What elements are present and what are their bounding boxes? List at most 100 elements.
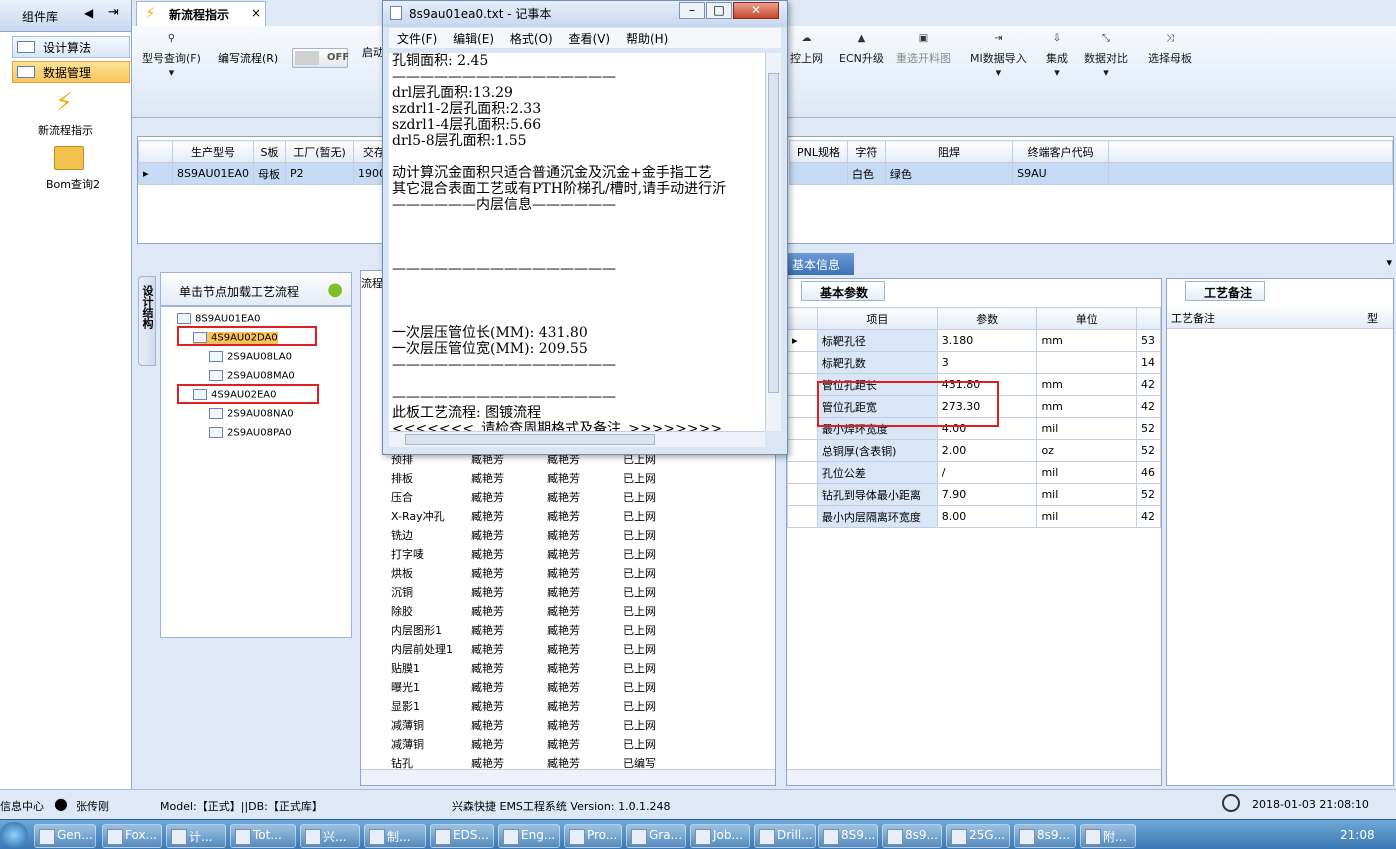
table-cell[interactable]: 臧艳芳 [467,487,543,506]
table-row[interactable]: 烘板 臧艳芳 臧艳芳 已上网 [387,563,679,582]
table-cell[interactable]: 臧艳芳 [467,582,543,601]
table-cell[interactable]: 已上网 [619,677,679,696]
menu-edit[interactable]: 编辑(E) [453,32,494,46]
table-row[interactable]: 铣边 臧艳芳 臧艳芳 已上网 [387,525,679,544]
table-cell[interactable]: mil [1036,417,1137,440]
close-button[interactable]: ✕ [733,2,779,19]
table-cell[interactable]: 42 [1135,373,1162,396]
table-cell[interactable]: mm [1036,373,1137,396]
table-cell[interactable]: 臧艳芳 [467,468,543,487]
table-cell[interactable]: 8.00 [936,505,1038,528]
table-cell[interactable]: 内层前处理1 [387,639,467,658]
table-cell[interactable]: 臧艳芳 [467,506,543,525]
taskbar-item[interactable]: Drill... [754,824,816,848]
table-cell[interactable]: 臧艳芳 [467,525,543,544]
col-header[interactable]: 终端客户代码 [1012,140,1110,163]
table-cell[interactable]: 减薄铜 [387,715,467,734]
table-cell[interactable]: S9AU [1012,162,1110,185]
table-cell[interactable]: mm [1036,329,1137,352]
sidebar-item-design[interactable]: 设计算法 [12,36,130,58]
table-row[interactable]: 标靶孔数 3 14 [787,351,1162,374]
table-cell[interactable]: 臧艳芳 [543,544,619,563]
taskbar-item[interactable]: 25G... [946,824,1010,848]
table-cell[interactable]: mil [1036,483,1137,506]
table-cell[interactable]: 已上网 [619,468,679,487]
scroll-thumb[interactable] [405,434,655,445]
col-header[interactable]: 工厂(暂无) [285,140,355,163]
table-cell[interactable]: oz [1036,439,1137,462]
table-cell[interactable]: 显影1 [387,696,467,715]
table-cell[interactable]: 标靶孔数 [816,351,938,374]
table-cell[interactable]: 臧艳芳 [543,734,619,753]
table-row[interactable]: 沉铜 臧艳芳 臧艳芳 已上网 [387,582,679,601]
close-icon[interactable]: × [251,6,261,20]
taskbar-item[interactable]: Job... [690,824,750,848]
table-cell[interactable]: 臧艳芳 [543,658,619,677]
col-header[interactable]: 字符 [846,140,886,163]
table-cell[interactable]: 臧艳芳 [467,563,543,582]
table-cell[interactable]: 臧艳芳 [543,620,619,639]
notepad-titlebar[interactable]: 8s9au01ea0.txt - 记事本 – □ ✕ [383,1,787,27]
table-cell[interactable]: 压合 [387,487,467,506]
taskbar-item[interactable]: 计... [166,824,226,848]
table-cell[interactable]: 52 [1135,483,1162,506]
table-cell[interactable]: 46 [1135,461,1162,484]
table-cell[interactable]: 臧艳芳 [543,639,619,658]
table-cell[interactable]: 贴膜1 [387,658,467,677]
table-cell[interactable]: 已上网 [619,696,679,715]
table-cell[interactable]: 已上网 [619,544,679,563]
tree-node[interactable]: 2S9AU08PA0 [209,427,292,439]
select-mother-button[interactable]: ⤨ 选择母板 [1148,34,1192,66]
table-cell[interactable]: 沉铜 [387,582,467,601]
table-cell[interactable]: 臧艳芳 [543,468,619,487]
table-cell[interactable]: mil [1036,505,1137,528]
table-cell[interactable]: 3.180 [936,329,1038,352]
menu-file[interactable]: 文件(F) [397,32,437,46]
table-cell[interactable]: 臧艳芳 [543,696,619,715]
table-cell[interactable] [789,162,848,185]
table-cell[interactable]: 已上网 [619,601,679,620]
col-header[interactable]: 阻焊 [884,140,1014,163]
table-cell[interactable]: mil [1036,461,1137,484]
table-cell[interactable] [1036,351,1137,374]
table-row[interactable]: 打字唛 臧艳芳 臧艳芳 已上网 [387,544,679,563]
table-cell[interactable]: 已上网 [619,620,679,639]
table-cell[interactable]: 已上网 [619,639,679,658]
table-cell[interactable]: 3 [936,351,1038,374]
side-tab-structure[interactable]: 设计结构 [138,276,156,366]
col-header[interactable]: 参数 [936,307,1038,330]
tree-node[interactable]: 2S9AU08LA0 [209,351,292,363]
tab-process-notes[interactable]: 工艺备注 [1185,281,1265,301]
table-cell[interactable]: 臧艳芳 [467,696,543,715]
table-cell[interactable]: 白色 [846,162,886,185]
table-cell[interactable]: 42 [1135,395,1162,418]
taskbar-item[interactable]: 附... [1080,824,1136,848]
table-cell[interactable]: 打字唛 [387,544,467,563]
sidebar-item-data[interactable]: 数据管理 [12,61,130,83]
table-cell[interactable]: 臧艳芳 [467,677,543,696]
table-cell[interactable]: 已上网 [619,487,679,506]
table-row[interactable]: 孔位公差 / mil 46 [787,461,1162,484]
taskbar-item[interactable]: Gen... [34,824,96,848]
table-row[interactable]: 内层前处理1 臧艳芳 臧艳芳 已上网 [387,639,679,658]
table-row[interactable]: 显影1 臧艳芳 臧艳芳 已上网 [387,696,679,715]
table-row[interactable]: 排板 臧艳芳 臧艳芳 已上网 [387,468,679,487]
integrate-button[interactable]: ⇩ 集成 ▾ [1046,34,1068,80]
table-cell[interactable]: mm [1036,395,1137,418]
table-cell[interactable]: 臧艳芳 [543,563,619,582]
table-cell[interactable]: 减薄铜 [387,734,467,753]
tab-basic-info[interactable]: 基本信息 [788,253,854,275]
table-cell[interactable]: 母板 [253,162,287,185]
table-cell[interactable]: 已上网 [619,658,679,677]
table-cell[interactable]: 臧艳芳 [467,734,543,753]
tab-new-flow[interactable]: ⚡ 新流程指示 × [136,1,266,26]
table-cell[interactable]: 52 [1135,439,1162,462]
table-row[interactable]: ▸ 标靶孔径 3.180 mm 53 [787,329,1162,352]
table-cell[interactable]: P2 [285,162,355,185]
compare-button[interactable]: ⤡ 数据对比 ▾ [1084,34,1128,80]
table-cell[interactable]: 已上网 [619,734,679,753]
table-cell[interactable]: 最小内层隔离环宽度 [816,505,938,528]
edit-toggle[interactable]: OFF [292,48,349,68]
notepad-text-area[interactable]: 孔铜面积: 2.45 ———————————————— drl层孔面积:13.2… [389,53,765,431]
tree-node[interactable]: 8S9AU01EA0 [177,313,260,325]
